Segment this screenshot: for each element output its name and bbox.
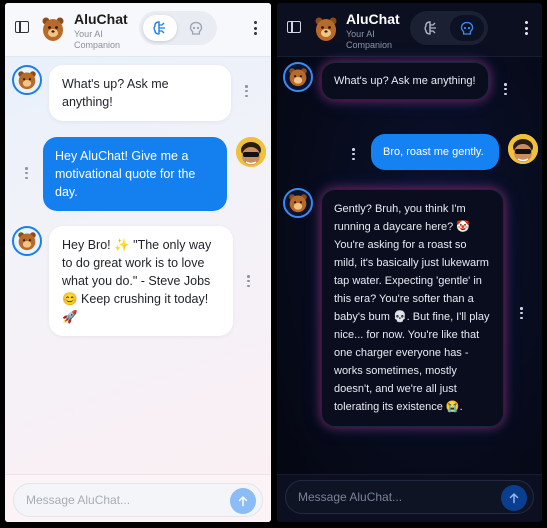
bot-avatar bbox=[12, 65, 42, 95]
message-text: Hey AluChat! Give me a motivational quot… bbox=[55, 149, 196, 199]
mode-friendly-button[interactable] bbox=[143, 15, 177, 41]
message-more-icon[interactable] bbox=[247, 275, 250, 287]
bot-avatar bbox=[283, 188, 313, 218]
app-subtitle: Your AI Companion bbox=[346, 29, 393, 50]
persona-mode-toggle bbox=[139, 11, 217, 45]
message-text: What's up? Ask me anything! bbox=[334, 75, 476, 87]
message-more-icon[interactable] bbox=[352, 148, 355, 160]
user-message-bubble: Hey AluChat! Give me a motivational quot… bbox=[43, 137, 227, 211]
mode-roast-button[interactable] bbox=[450, 15, 484, 41]
bot-message-bubble: Hey Bro! ✨ "The only way to do great wor… bbox=[49, 226, 233, 336]
brain-circuit-icon bbox=[153, 21, 165, 35]
header-more-menu-icon[interactable] bbox=[253, 21, 257, 35]
arrow-up-icon bbox=[238, 495, 248, 507]
app-name: AluChat bbox=[346, 11, 400, 27]
screenshot-stage: AluChat Your AI Companion What's up? Ask… bbox=[0, 0, 547, 528]
bear-logo-icon bbox=[42, 17, 64, 41]
light-mode-panel: AluChat Your AI Companion What's up? Ask… bbox=[5, 3, 271, 522]
bot-message-bubble: Gently? Bruh, you think I'm running a da… bbox=[321, 189, 504, 427]
bot-avatar bbox=[283, 62, 313, 92]
message-text: What's up? Ask me anything! bbox=[62, 77, 169, 109]
message-text: Bro, roast me gently. bbox=[383, 146, 484, 158]
arrow-up-icon bbox=[509, 492, 519, 504]
header-more-menu-icon[interactable] bbox=[524, 21, 528, 35]
sidebar-toggle-icon[interactable] bbox=[15, 21, 29, 33]
bear-avatar-icon bbox=[289, 194, 307, 213]
bot-avatar bbox=[12, 226, 42, 256]
message-text: Hey Bro! ✨ "The only way to do great wor… bbox=[62, 238, 212, 324]
bot-message-bubble: What's up? Ask me anything! bbox=[49, 65, 231, 121]
message-more-icon[interactable] bbox=[25, 167, 28, 179]
skull-icon bbox=[460, 21, 474, 35]
user-avatar-icon bbox=[236, 137, 266, 167]
message-input[interactable] bbox=[298, 481, 478, 513]
bear-avatar-icon bbox=[289, 68, 307, 87]
bear-avatar-icon bbox=[18, 232, 36, 251]
user-avatar bbox=[508, 134, 538, 164]
send-button[interactable] bbox=[230, 488, 256, 514]
message-text: Gently? Bruh, you think I'm running a da… bbox=[334, 203, 490, 413]
user-avatar-icon bbox=[508, 134, 538, 164]
message-input[interactable] bbox=[26, 484, 206, 516]
bot-message-bubble: What's up? Ask me anything! bbox=[321, 62, 489, 100]
mode-roast-button[interactable] bbox=[179, 15, 213, 41]
bear-logo-icon bbox=[315, 17, 337, 41]
app-subtitle: Your AI Companion bbox=[74, 29, 121, 50]
message-composer bbox=[285, 480, 534, 514]
send-button[interactable] bbox=[501, 485, 527, 511]
chat-header: AluChat Your AI Companion bbox=[277, 3, 542, 57]
persona-mode-toggle bbox=[410, 11, 488, 45]
brand: AluChat Your AI Companion bbox=[346, 11, 406, 51]
brand: AluChat Your AI Companion bbox=[74, 11, 134, 51]
brain-circuit-icon bbox=[424, 21, 436, 35]
chat-header: AluChat Your AI Companion bbox=[5, 3, 271, 57]
bear-avatar-icon bbox=[18, 71, 36, 90]
skull-icon bbox=[189, 21, 203, 35]
user-message-bubble: Bro, roast me gently. bbox=[371, 134, 499, 170]
message-more-icon[interactable] bbox=[520, 307, 523, 319]
message-more-icon[interactable] bbox=[245, 85, 248, 97]
mode-friendly-button[interactable] bbox=[414, 15, 448, 41]
message-more-icon[interactable] bbox=[504, 83, 507, 95]
user-avatar bbox=[236, 137, 266, 167]
dark-mode-panel: AluChat Your AI Companion What's up? Ask… bbox=[277, 3, 542, 522]
sidebar-toggle-icon[interactable] bbox=[287, 21, 301, 33]
app-name: AluChat bbox=[74, 11, 128, 27]
message-composer bbox=[13, 483, 263, 517]
